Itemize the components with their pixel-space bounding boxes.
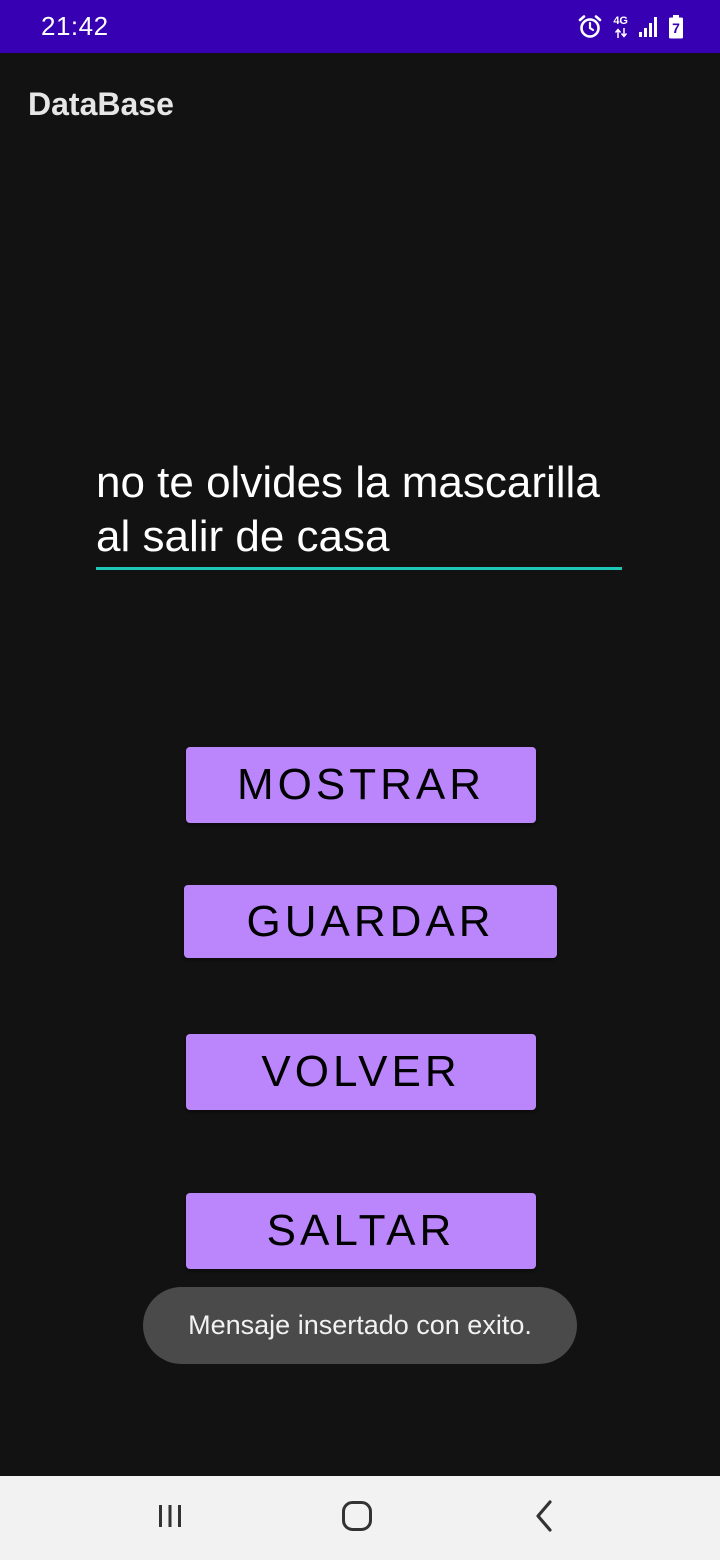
home-icon [340, 1499, 374, 1538]
back-icon [530, 1499, 560, 1538]
alarm-icon [577, 14, 603, 40]
battery-level: 7 [672, 20, 680, 36]
note-input-underline [96, 567, 622, 570]
volver-button[interactable]: VOLVER [186, 1034, 536, 1110]
saltar-button[interactable]: SALTAR [186, 1193, 536, 1269]
mostrar-button[interactable]: MOSTRAR [186, 747, 536, 823]
status-time: 21:42 [41, 11, 109, 41]
toast-message: Mensaje insertado con exito. [143, 1287, 577, 1364]
network-label: 4G [613, 14, 628, 27]
navigation-bar [0, 1476, 720, 1560]
status-icons: 4G 7 [577, 13, 684, 41]
recents-icon [155, 1501, 185, 1536]
signal-icon [638, 16, 658, 38]
recents-button[interactable] [110, 1476, 230, 1560]
app-title: DataBase [28, 86, 174, 122]
app-bar: DataBase [0, 53, 720, 153]
battery-icon: 7 [668, 15, 684, 39]
home-button[interactable] [297, 1476, 417, 1560]
guardar-button[interactable]: GUARDAR [184, 885, 557, 958]
back-button[interactable] [485, 1476, 605, 1560]
status-bar: 21:42 4G 7 [0, 0, 720, 53]
note-input[interactable]: no te olvides la mascarilla al salir de … [96, 456, 622, 564]
network-4g-icon: 4G [613, 14, 628, 39]
